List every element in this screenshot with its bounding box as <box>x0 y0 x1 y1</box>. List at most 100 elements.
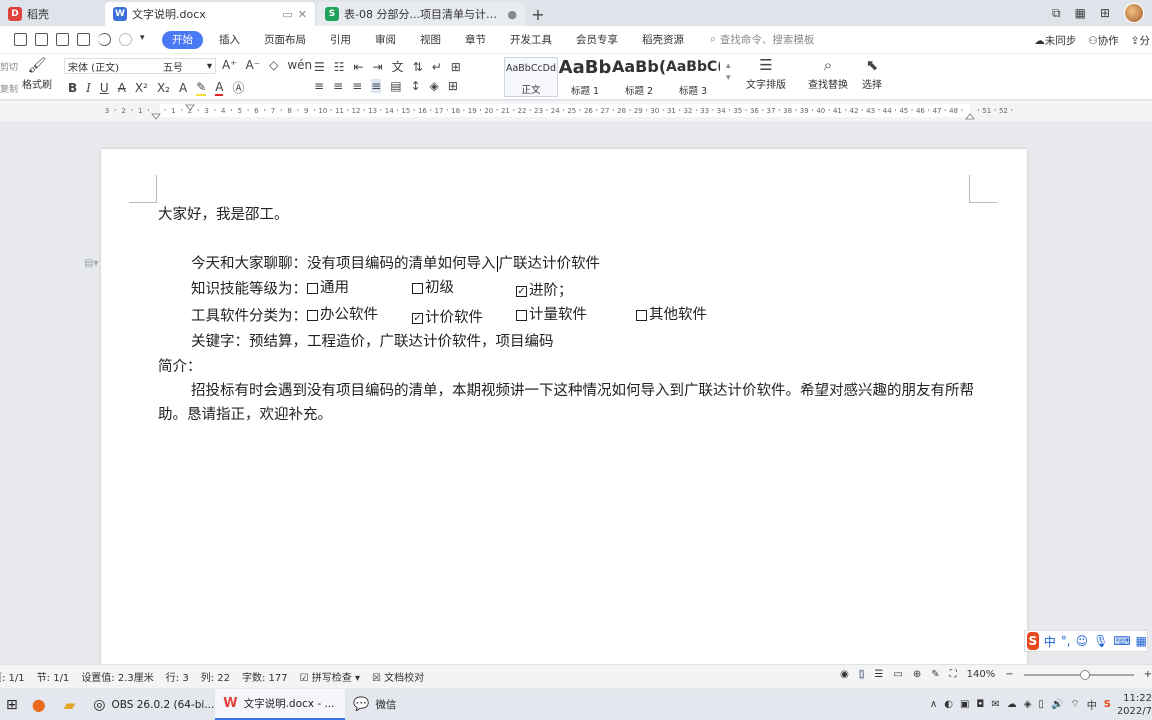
taskbar-wechat[interactable]: 💬 微信 <box>345 689 425 720</box>
tab-spreadsheet[interactable]: S 表-08 分部分...项目清单与计价表 ● <box>317 2 525 26</box>
format-painter-button[interactable]: 🖌 格式刷 <box>22 56 52 91</box>
checkbox-office-software[interactable]: 办公软件 <box>307 303 412 327</box>
select-button[interactable]: ⬉ 选择 <box>862 56 882 91</box>
shrink-font-icon[interactable]: A⁻ <box>246 58 261 72</box>
doc-compare-button[interactable]: ☒ 文档校对 <box>372 669 424 684</box>
checkbox-pricing-software[interactable]: ✓ 计价软件 <box>412 306 516 330</box>
distribute-icon[interactable]: ▤ <box>390 79 401 93</box>
clear-format-icon[interactable]: ◇ <box>269 58 278 72</box>
style-scroll[interactable]: ▴ ▾ <box>726 60 731 84</box>
style-normal[interactable]: AaBbCcDd 正文 <box>504 57 558 97</box>
new-tab-button[interactable]: + <box>525 2 551 26</box>
paragraph-layout-icon[interactable]: ▤▾ <box>84 258 98 269</box>
tray-app-icon[interactable]: ☁ <box>1007 699 1017 710</box>
tray-app-icon[interactable]: ▣ <box>960 699 969 710</box>
table-border-icon[interactable]: ⊞ <box>448 79 458 93</box>
checkbox-measurement-software[interactable]: 计量软件 <box>516 303 636 327</box>
zoom-out-icon[interactable]: − <box>1005 669 1013 680</box>
command-search[interactable]: ⌕ 查找命令、搜索模板 <box>710 32 814 47</box>
share-button[interactable]: ⇪分 <box>1131 33 1150 48</box>
document-page[interactable]: 大家好，我是邵工。 今天和大家聊聊：没有项目编码的清单如何导入 广联达计价软件 知… <box>101 149 1027 669</box>
save-icon[interactable] <box>14 33 27 46</box>
checkbox-beginner[interactable]: 初级 <box>412 276 516 300</box>
eye-protect-icon[interactable]: ◉ <box>840 669 849 680</box>
align-center-icon[interactable]: ≡ <box>333 79 343 93</box>
pinyin-icon[interactable]: wén <box>287 58 312 72</box>
number-list-icon[interactable]: ☷ <box>334 60 345 74</box>
copy-button[interactable]: 复制 <box>0 82 18 95</box>
tray-app-icon[interactable]: ✉ <box>991 699 999 710</box>
highlight-icon[interactable]: ✎ <box>196 80 207 96</box>
tab-close-icon[interactable]: ✕ <box>298 8 307 21</box>
tab-close-icon[interactable]: ● <box>507 8 517 21</box>
tab-developer[interactable]: 开发工具 <box>498 31 564 49</box>
char-border-icon[interactable]: Ⓐ <box>232 79 244 96</box>
redo-icon[interactable] <box>119 33 132 46</box>
italic-icon[interactable]: I <box>86 81 91 95</box>
outline-view-icon[interactable]: ☰ <box>874 669 883 680</box>
line-spacing-icon[interactable]: ↕ <box>411 79 421 93</box>
tab-view[interactable]: 视图 <box>408 31 453 49</box>
apps-icon[interactable]: ⊞ <box>1100 6 1110 20</box>
tab-home[interactable]: 开始 <box>162 30 203 49</box>
volume-icon[interactable]: 🔊 <box>1051 699 1063 710</box>
ime-tray-icon[interactable]: S <box>1104 699 1111 710</box>
grow-font-icon[interactable]: A⁺ <box>222 58 237 72</box>
text-layout-button[interactable]: ☰ 文字排版 <box>746 56 786 91</box>
tray-lang[interactable]: 中 <box>1087 697 1097 712</box>
tab-insert[interactable]: 插入 <box>207 31 252 49</box>
tab-section[interactable]: 章节 <box>453 31 498 49</box>
superscript-icon[interactable]: X² <box>135 81 148 95</box>
emoji-icon[interactable]: ☺ <box>1076 634 1089 648</box>
justify-icon[interactable]: ≡ <box>371 79 382 93</box>
shading-icon[interactable]: ◈ <box>430 79 439 93</box>
sync-button[interactable]: ☁未同步 <box>1034 33 1076 48</box>
bold-icon[interactable]: B <box>68 81 77 95</box>
chinese-layout-icon[interactable]: 文 <box>392 58 404 75</box>
zoom-slider[interactable] <box>1023 669 1134 680</box>
subscript-icon[interactable]: X₂ <box>157 81 170 95</box>
tray-app-icon[interactable]: ◈ <box>1024 699 1032 710</box>
layout-icon[interactable]: ▦ <box>1075 6 1086 20</box>
text-effect-icon[interactable]: A <box>179 81 187 95</box>
align-left-icon[interactable]: ≡ <box>314 79 324 93</box>
tab-page-layout[interactable]: 页面布局 <box>252 31 318 49</box>
keyboard-icon[interactable]: ⌨ <box>1113 634 1130 648</box>
status-word-count[interactable]: 字数: 177 <box>242 669 288 684</box>
fit-page-icon[interactable]: ⛶ <box>950 669 957 680</box>
tab-document[interactable]: W 文字说明.docx ▭ ✕ <box>105 2 315 26</box>
multi-window-icon[interactable]: ⧉ <box>1052 6 1061 21</box>
taskbar-obs[interactable]: ◎ OBS 26.0.2 (64-bi... <box>85 689 215 720</box>
write-mode-icon[interactable]: ✎ <box>931 669 939 680</box>
taskbar-wps[interactable]: W 文字说明.docx - ... <box>215 689 346 720</box>
tab-member[interactable]: 会员专享 <box>564 31 630 49</box>
checkbox-general[interactable]: 通用 <box>307 276 412 300</box>
find-replace-button[interactable]: ⌕ 查找替换 <box>808 56 848 91</box>
horizontal-ruler[interactable]: 3 2 1 1 2 3 4 5 6 7 8 9 10 11 12 13 14 15 16 17 18 19 20 21 22 23… <box>0 101 1152 121</box>
sort-icon[interactable]: ⇅ <box>413 60 423 74</box>
clock[interactable]: 11:22 2022/7 <box>1118 692 1152 718</box>
start-icon[interactable]: ⊞ <box>0 689 24 720</box>
spell-check-button[interactable]: ☑ 拼写检查 ▾ <box>300 669 360 684</box>
tab-references[interactable]: 引用 <box>318 31 363 49</box>
mic-icon[interactable]: 🎙 <box>1093 634 1108 648</box>
decrease-indent-icon[interactable]: ⇤ <box>354 60 364 74</box>
tab-review[interactable]: 审阅 <box>363 31 408 49</box>
borders-icon[interactable]: ⊞ <box>451 60 461 74</box>
tab-pin-icon[interactable]: ▭ <box>282 8 292 21</box>
tray-app-icon[interactable]: ▯ <box>1038 699 1044 710</box>
firefox-icon[interactable]: ● <box>24 689 54 720</box>
zoom-slider-handle[interactable] <box>1079 669 1090 680</box>
checkbox-other-software[interactable]: 其他软件 <box>636 303 707 327</box>
cut-button[interactable]: 剪切 <box>0 60 18 73</box>
underline-icon[interactable]: U <box>100 81 109 95</box>
more-tools-icon[interactable]: ▦ <box>1136 634 1147 648</box>
avatar[interactable] <box>1124 3 1144 23</box>
zoom-level[interactable]: 140% <box>967 669 996 680</box>
network-icon[interactable]: ⌔ <box>1070 698 1079 711</box>
ime-toolbar[interactable]: S 中 °, ☺ 🎙 ⌨ ▦ <box>1024 630 1148 652</box>
export-icon[interactable] <box>35 33 48 46</box>
status-page[interactable]: 页: 1/1 <box>0 669 25 684</box>
document-body[interactable]: 大家好，我是邵工。 今天和大家聊聊：没有项目编码的清单如何导入 广联达计价软件 知… <box>158 203 978 428</box>
reading-view-icon[interactable]: ▭ <box>893 669 902 680</box>
